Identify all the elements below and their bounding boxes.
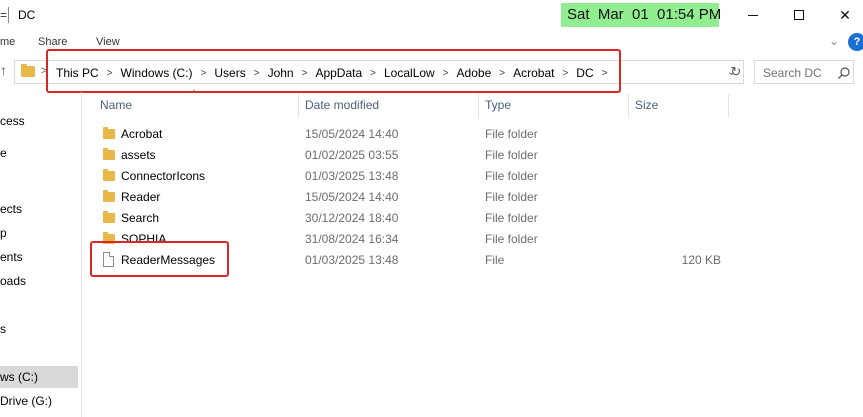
file-name: ReaderMessages [121, 253, 216, 267]
nav-item-windows-c[interactable]: ws (C:) [0, 366, 78, 388]
nav-item-desktop[interactable]: p [0, 222, 78, 244]
column-divider[interactable] [298, 94, 299, 118]
search-icon[interactable] [837, 66, 851, 80]
up-arrow-icon[interactable]: ↑ [0, 62, 7, 78]
chevron-right-icon[interactable]: > [254, 68, 260, 79]
file-name: ConnectorIcons [121, 169, 206, 183]
breadcrumb: This PC > Windows (C:) > Users > John > … [55, 66, 614, 80]
column-divider[interactable] [478, 94, 479, 118]
chevron-right-icon[interactable]: > [41, 65, 47, 77]
minimize-icon [748, 14, 758, 16]
sort-caret-icon: ^ [192, 88, 197, 98]
chevron-right-icon[interactable]: > [201, 68, 207, 79]
file-type: File folder [485, 148, 538, 162]
minimize-button[interactable] [730, 0, 776, 30]
file-row[interactable]: ConnectorIcons 01/03/2025 13:48 File fol… [98, 166, 738, 187]
nav-item-onedrive[interactable]: e [0, 142, 78, 164]
ribbon-tabs: me Share View ⌄ [0, 32, 863, 56]
folder-icon [103, 148, 115, 160]
nav-item-quick-access[interactable]: cess [0, 110, 78, 132]
title-prefix: = [0, 8, 8, 22]
breadcrumb-dc[interactable]: DC [575, 66, 594, 80]
nav-item-google-drive[interactable]: Drive (G:) [0, 390, 78, 412]
breadcrumb-this-pc[interactable]: This PC [55, 66, 100, 80]
file-row[interactable]: assets 01/02/2025 03:55 File folder [98, 145, 738, 166]
chevron-right-icon[interactable]: > [443, 68, 449, 79]
window-title: DC [18, 8, 36, 22]
close-button[interactable]: ✕ [822, 0, 863, 30]
file-row[interactable]: Acrobat 15/05/2024 14:40 File folder [98, 124, 738, 145]
nav-item-documents[interactable]: ents [0, 246, 78, 268]
chevron-right-icon[interactable]: > [602, 68, 608, 79]
folder-icon [103, 127, 115, 139]
breadcrumb-acrobat[interactable]: Acrobat [512, 66, 555, 80]
file-date: 15/05/2024 14:40 [305, 190, 399, 204]
file-type: File folder [485, 169, 538, 183]
chevron-right-icon[interactable]: > [562, 68, 568, 79]
breadcrumb-locallow[interactable]: LocalLow [383, 66, 436, 80]
column-header-date[interactable]: Date modified [305, 94, 379, 116]
refresh-icon[interactable]: ↻ [727, 62, 745, 82]
file-type: File [485, 253, 505, 267]
navigation-pane: cess e ects p ents oads s ws (C:) Drive … [0, 92, 82, 417]
column-divider[interactable] [728, 94, 729, 118]
column-header-size[interactable]: Size [635, 94, 658, 116]
tab-view[interactable]: View [96, 36, 120, 48]
close-icon: ✕ [839, 6, 851, 23]
file-name: Reader [121, 190, 161, 204]
clock-overlay: Sat Mar 01 01:54 PM [561, 3, 721, 27]
folder-icon [21, 64, 35, 77]
folder-icon [103, 211, 115, 223]
search-input[interactable] [763, 66, 833, 80]
file-type: File folder [485, 190, 538, 204]
file-date: 30/12/2024 18:40 [305, 211, 399, 225]
column-divider[interactable] [628, 94, 629, 118]
file-date: 01/02/2025 03:55 [305, 148, 399, 162]
file-size: 120 KB [681, 253, 721, 267]
folder-icon [103, 232, 115, 244]
breadcrumb-adobe[interactable]: Adobe [456, 66, 493, 80]
breadcrumb-john[interactable]: John [267, 66, 295, 80]
breadcrumb-users[interactable]: Users [213, 66, 246, 80]
help-icon[interactable]: ? [848, 33, 863, 51]
column-header-name[interactable]: Name [100, 94, 132, 116]
chevron-right-icon[interactable]: > [499, 68, 505, 79]
ribbon-expand-icon[interactable]: ⌄ [829, 34, 839, 48]
file-type: File folder [485, 211, 538, 225]
file-row[interactable]: SOPHIA 31/08/2024 16:34 File folder [98, 229, 738, 250]
file-date: 01/03/2025 13:48 [305, 169, 399, 183]
chevron-right-icon[interactable]: > [107, 68, 113, 79]
file-name: Acrobat [121, 127, 163, 141]
file-row[interactable]: ReaderMessages 01/03/2025 13:48 File 120… [98, 250, 738, 271]
tab-home[interactable]: me [0, 36, 15, 48]
folder-icon [103, 169, 115, 181]
file-date: 31/08/2024 16:34 [305, 232, 399, 246]
file-name: Search [121, 211, 160, 225]
file-date: 15/05/2024 14:40 [305, 127, 399, 141]
search-box[interactable] [754, 60, 854, 84]
file-type: File folder [485, 127, 538, 141]
file-row[interactable]: Reader 15/05/2024 14:40 File folder [98, 187, 738, 208]
file-row[interactable]: Search 30/12/2024 18:40 File folder [98, 208, 738, 229]
address-bar[interactable]: > This PC > Windows (C:) > Users > John … [14, 60, 744, 84]
breadcrumb-appdata[interactable]: AppData [314, 66, 363, 80]
title-bar: = DC Sat Mar 01 01:54 PM ✕ [0, 0, 863, 32]
nav-item-videos[interactable]: s [0, 318, 78, 340]
column-header-type[interactable]: Type [485, 94, 511, 116]
nav-item-3d-objects[interactable]: ects [0, 198, 78, 220]
folder-icon [103, 190, 115, 202]
file-date: 01/03/2025 13:48 [305, 253, 399, 267]
maximize-button[interactable] [776, 0, 822, 30]
breadcrumb-windows-c[interactable]: Windows (C:) [120, 66, 194, 80]
chevron-right-icon[interactable]: > [302, 68, 308, 79]
title-separator [8, 7, 9, 23]
file-icon [103, 252, 114, 267]
nav-item-downloads[interactable]: oads [0, 270, 78, 292]
file-type: File folder [485, 232, 538, 246]
maximize-icon [794, 10, 804, 20]
chevron-right-icon[interactable]: > [370, 68, 376, 79]
file-name: assets [121, 148, 156, 162]
file-name: SOPHIA [121, 232, 167, 246]
tab-share[interactable]: Share [38, 36, 67, 48]
